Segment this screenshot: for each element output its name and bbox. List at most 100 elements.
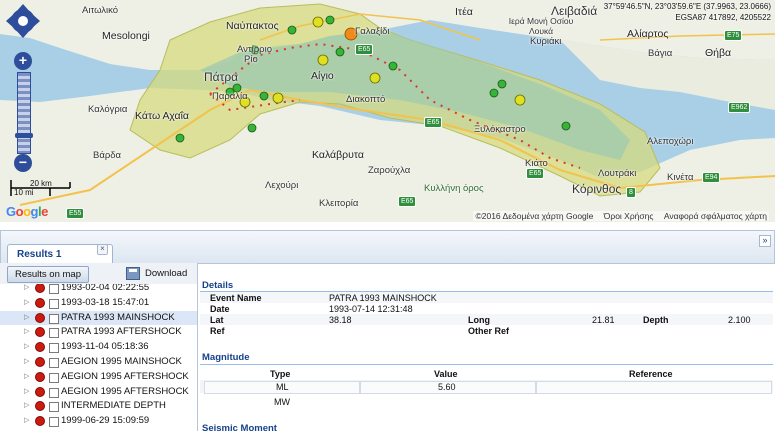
pan-control[interactable] [6, 4, 40, 38]
zoom-in-button[interactable]: + [14, 52, 32, 70]
map-label: Κλειτορία [319, 198, 359, 209]
results-panel: Results 1 × » ▷ 1993-02-04 02:22:55 ▷ 1993… [0, 226, 775, 431]
map-label: Καλάβρυτα [312, 149, 364, 161]
map-label: Ναύπακτος [226, 20, 279, 32]
event-checkbox[interactable] [49, 357, 59, 368]
map-label: Ιερά Μονή Οσίου Λουκά [508, 16, 574, 36]
map-label: Καλόγρια [88, 104, 128, 115]
event-marker-icon [35, 356, 45, 367]
expand-icon[interactable]: ▷ [24, 340, 29, 355]
event-checkbox[interactable] [49, 387, 59, 398]
zoom-out-button[interactable]: − [14, 154, 32, 172]
google-logo[interactable]: Google [6, 204, 48, 219]
details-section-title: Details [202, 280, 234, 291]
report-error-link[interactable]: Αναφορά σφάλματος χάρτη [664, 211, 767, 221]
scale-bar: 20 km 10 mi [10, 178, 72, 198]
map-label: Κινέτα [667, 172, 694, 183]
event-checkbox[interactable] [49, 372, 59, 383]
expand-icon[interactable]: ▷ [24, 325, 29, 340]
list-item[interactable]: ▷ 1993-11-04 05:18:36 [0, 340, 197, 355]
magnitude-section-title: Magnitude [202, 352, 250, 363]
magnitude-value: 5.60 [438, 382, 456, 392]
map-label: Κυλλήνη όρος [424, 183, 484, 194]
zoom-slider[interactable] [15, 72, 33, 154]
event-marker-icon [35, 371, 45, 382]
expand-icon[interactable]: ▷ [24, 311, 29, 326]
road-shield: E75 [724, 30, 743, 41]
map-label: Mesolongi [102, 30, 150, 42]
zoom-slider-handle[interactable] [15, 133, 33, 138]
event-checkbox[interactable] [49, 343, 59, 354]
expand-icon[interactable]: ▷ [24, 370, 29, 385]
map-label: Λουτράκι [598, 168, 637, 179]
event-list[interactable]: ▷ 1993-02-04 02:22:55 ▷ 1993-03-18 15:47:0… [0, 281, 197, 429]
event-marker-icon [35, 386, 45, 397]
list-item[interactable]: ▷ 1999-06-29 15:09:59 [0, 414, 197, 429]
terms-link[interactable]: Όροι Χρήσης [604, 211, 654, 221]
map-label: Ιτέα [455, 6, 473, 18]
map-label: Κυριάκι [530, 36, 562, 47]
magnitude-type: ML [276, 382, 289, 392]
list-item[interactable]: ▷ INTERMEDIATE DEPTH [0, 399, 197, 414]
tab-results-1[interactable]: Results 1 × [7, 244, 113, 264]
road-shield: E65 [355, 44, 374, 55]
download-icon [126, 267, 140, 280]
road-shield: E55 [66, 208, 85, 219]
event-checkbox[interactable] [49, 417, 59, 428]
list-item-selected[interactable]: ▷ PATRA 1993 MAINSHOCK [0, 310, 197, 326]
event-marker-icon [35, 297, 45, 308]
road-shield: E65 [398, 196, 417, 207]
event-marker-icon [35, 327, 45, 338]
map-view[interactable]: Αιτωλικό Mesolongi Ναύπακτος Αντίρριο Ρί… [0, 0, 775, 222]
map-label: Ρίο [244, 54, 258, 65]
expand-icon[interactable]: ▷ [24, 399, 29, 414]
event-marker-icon [35, 312, 45, 323]
event-marker-icon [35, 342, 45, 353]
event-marker-icon [35, 401, 45, 412]
magnitude-type: MW [274, 397, 290, 407]
list-item[interactable]: ▷ 1993-03-18 15:47:01 [0, 296, 197, 311]
road-shield: E65 [526, 168, 545, 179]
event-name-value: PATRA 1993 MAINSHOCK [329, 293, 437, 303]
events-list-panel: ▷ 1993-02-04 02:22:55 ▷ 1993-03-18 15:47:0… [0, 263, 198, 431]
map-label: Ξυλόκαστρο [474, 124, 526, 135]
zoom-control[interactable]: + − [14, 52, 33, 172]
event-checkbox[interactable] [49, 313, 59, 324]
list-item[interactable]: ▷ AEGION 1995 MAINSHOCK [0, 355, 197, 370]
results-tab-bar: Results 1 × » [0, 230, 775, 264]
road-shield: E65 [424, 117, 443, 128]
map-label: Παραλία [212, 91, 248, 102]
tab-label: Results 1 [17, 249, 62, 260]
road-shield: E94 [702, 172, 721, 183]
event-checkbox[interactable] [49, 298, 59, 309]
event-checkbox[interactable] [49, 402, 59, 413]
lat-value: 38.18 [329, 315, 352, 325]
event-marker-icon [35, 416, 45, 427]
seismic-moment-section-title: Seismic Moment [202, 423, 277, 431]
close-icon[interactable]: × [97, 244, 108, 255]
list-toolbar: Results on map Download [0, 263, 197, 284]
list-item[interactable]: ▷ AEGION 1995 AFTERSHOCK [0, 370, 197, 385]
map-label: Κάτω Αχαΐα [135, 110, 189, 122]
list-item[interactable]: ▷ PATRA 1993 AFTERSHOCK [0, 325, 197, 340]
expand-icon[interactable]: ▷ [24, 414, 29, 429]
map-label: Αίγιο [311, 70, 334, 82]
list-item[interactable]: ▷ AEGION 1995 AFTERSHOCK [0, 385, 197, 400]
date-value: 1993-07-14 12:31:48 [329, 304, 413, 314]
collapse-icon[interactable]: » [759, 235, 771, 247]
download-button[interactable]: Download [126, 266, 192, 281]
expand-icon[interactable]: ▷ [24, 296, 29, 311]
map-label: Ζαρούχλα [368, 165, 411, 176]
expand-icon[interactable]: ▷ [24, 385, 29, 400]
results-on-map-button[interactable]: Results on map [7, 266, 89, 283]
divider [200, 364, 773, 365]
expand-icon[interactable]: ▷ [24, 355, 29, 370]
event-marker-icon [35, 283, 45, 293]
map-label: Κόρινθος [572, 182, 622, 196]
attribution-text: ©2016 Δεδομένα χάρτη Google [475, 211, 594, 221]
event-checkbox[interactable] [49, 284, 59, 294]
map-label: Θήβα [705, 47, 732, 59]
event-checkbox[interactable] [49, 328, 59, 339]
event-details-panel: Details Event Name PATRA 1993 MAINSHOCK … [198, 263, 775, 431]
map-label: Αλίαρτος [627, 28, 669, 40]
